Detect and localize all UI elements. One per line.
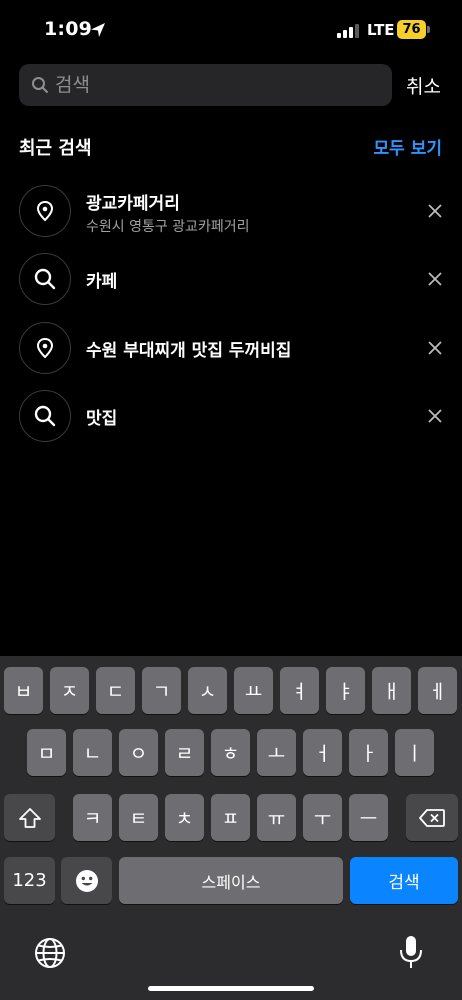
recent-item-subtitle: 수원시 영통구 광교카페거리 (86, 219, 250, 235)
key[interactable]: ㅏ (349, 729, 388, 776)
key[interactable]: ㅡ (349, 794, 388, 841)
shift-icon (18, 807, 41, 828)
location-pin-icon (19, 185, 71, 237)
signal-bars-icon (337, 24, 359, 38)
key[interactable]: ㄷ (96, 667, 135, 714)
key[interactable]: ㅂ (4, 667, 43, 714)
key[interactable]: ㅛ (234, 667, 273, 714)
key[interactable]: ㅠ (257, 794, 296, 841)
key[interactable]: ㄴ (73, 729, 112, 776)
search-icon (19, 253, 71, 305)
key[interactable]: ㅔ (418, 667, 457, 714)
recent-item-text: 카페 (86, 267, 117, 292)
recent-item[interactable]: 카페 (0, 253, 462, 321)
key[interactable]: ㅅ (188, 667, 227, 714)
key[interactable]: ㄹ (165, 729, 204, 776)
recent-item-text: 수원 부대찌개 맛집 두꺼비집 (86, 336, 291, 361)
space-key[interactable]: 스페이스 (119, 857, 343, 904)
backspace-icon (419, 808, 445, 827)
recent-item[interactable]: 광교카페거리 수원시 영통구 광교카페거리 (0, 185, 462, 253)
home-indicator[interactable] (148, 986, 314, 991)
location-pin-icon (19, 322, 71, 374)
key[interactable]: ㅓ (303, 729, 342, 776)
recent-item-title: 맛집 (86, 409, 118, 429)
key[interactable]: ㅌ (119, 794, 158, 841)
key[interactable]: ㅣ (395, 729, 434, 776)
search-input[interactable] (55, 64, 375, 106)
microphone-icon[interactable] (398, 934, 424, 972)
close-icon[interactable] (426, 407, 444, 425)
recent-searches-title: 최근 검색 (19, 138, 92, 159)
key[interactable]: ㅁ (27, 729, 66, 776)
key[interactable]: ㅍ (211, 794, 250, 841)
key[interactable]: ㅜ (303, 794, 342, 841)
status-bar: 1:09 LTE 76 (0, 0, 462, 62)
key[interactable]: ㅇ (119, 729, 158, 776)
search-icon (19, 390, 71, 442)
recent-item[interactable]: 맛집 (0, 390, 462, 458)
emoji-key[interactable] (61, 857, 112, 904)
network-type: LTE (367, 21, 395, 39)
battery-icon: 76 (397, 20, 431, 39)
close-icon[interactable] (426, 270, 444, 288)
cancel-button[interactable]: 취소 (406, 72, 441, 99)
recent-item-text: 광교카페거리 수원시 영통구 광교카페거리 (86, 189, 249, 236)
key[interactable]: ㅋ (73, 794, 112, 841)
search-icon (32, 77, 48, 93)
keyboard: ㅂ ㅈ ㄷ ㄱ ㅅ ㅛ ㅕ ㅑ ㅐ ㅔ ㅁ ㄴ ㅇ ㄹ ㅎ ㅗ ㅓ ㅏ ㅣ ㅋ … (0, 656, 462, 1000)
key[interactable]: ㅎ (211, 729, 250, 776)
globe-icon[interactable] (33, 936, 67, 970)
search-bar[interactable] (19, 64, 392, 106)
shift-key[interactable] (4, 794, 55, 841)
key[interactable]: ㅑ (326, 667, 365, 714)
battery-tip (427, 26, 430, 33)
location-arrow-icon (91, 23, 105, 37)
status-time: 1:09 (44, 18, 93, 40)
battery-level: 76 (397, 20, 426, 39)
recent-item[interactable]: 수원 부대찌개 맛집 두꺼비집 (0, 322, 462, 390)
recent-item-title: 수원 부대찌개 맛집 두꺼비집 (86, 341, 292, 361)
close-icon[interactable] (426, 339, 444, 357)
key[interactable]: ㅈ (50, 667, 89, 714)
backspace-key[interactable] (406, 794, 458, 841)
key[interactable]: ㅗ (257, 729, 296, 776)
search-return-key[interactable]: 검색 (350, 857, 458, 904)
emoji-icon (75, 869, 98, 892)
recent-item-text: 맛집 (86, 404, 117, 429)
recent-item-title: 광교카페거리 (86, 194, 180, 214)
key[interactable]: ㅊ (165, 794, 204, 841)
key[interactable]: ㅐ (372, 667, 411, 714)
key[interactable]: ㅕ (280, 667, 319, 714)
see-all-button[interactable]: 모두 보기 (374, 134, 442, 159)
recent-item-title: 카페 (86, 272, 118, 292)
close-icon[interactable] (426, 202, 444, 220)
key[interactable]: ㄱ (142, 667, 181, 714)
numbers-key[interactable]: 123 (4, 857, 55, 904)
